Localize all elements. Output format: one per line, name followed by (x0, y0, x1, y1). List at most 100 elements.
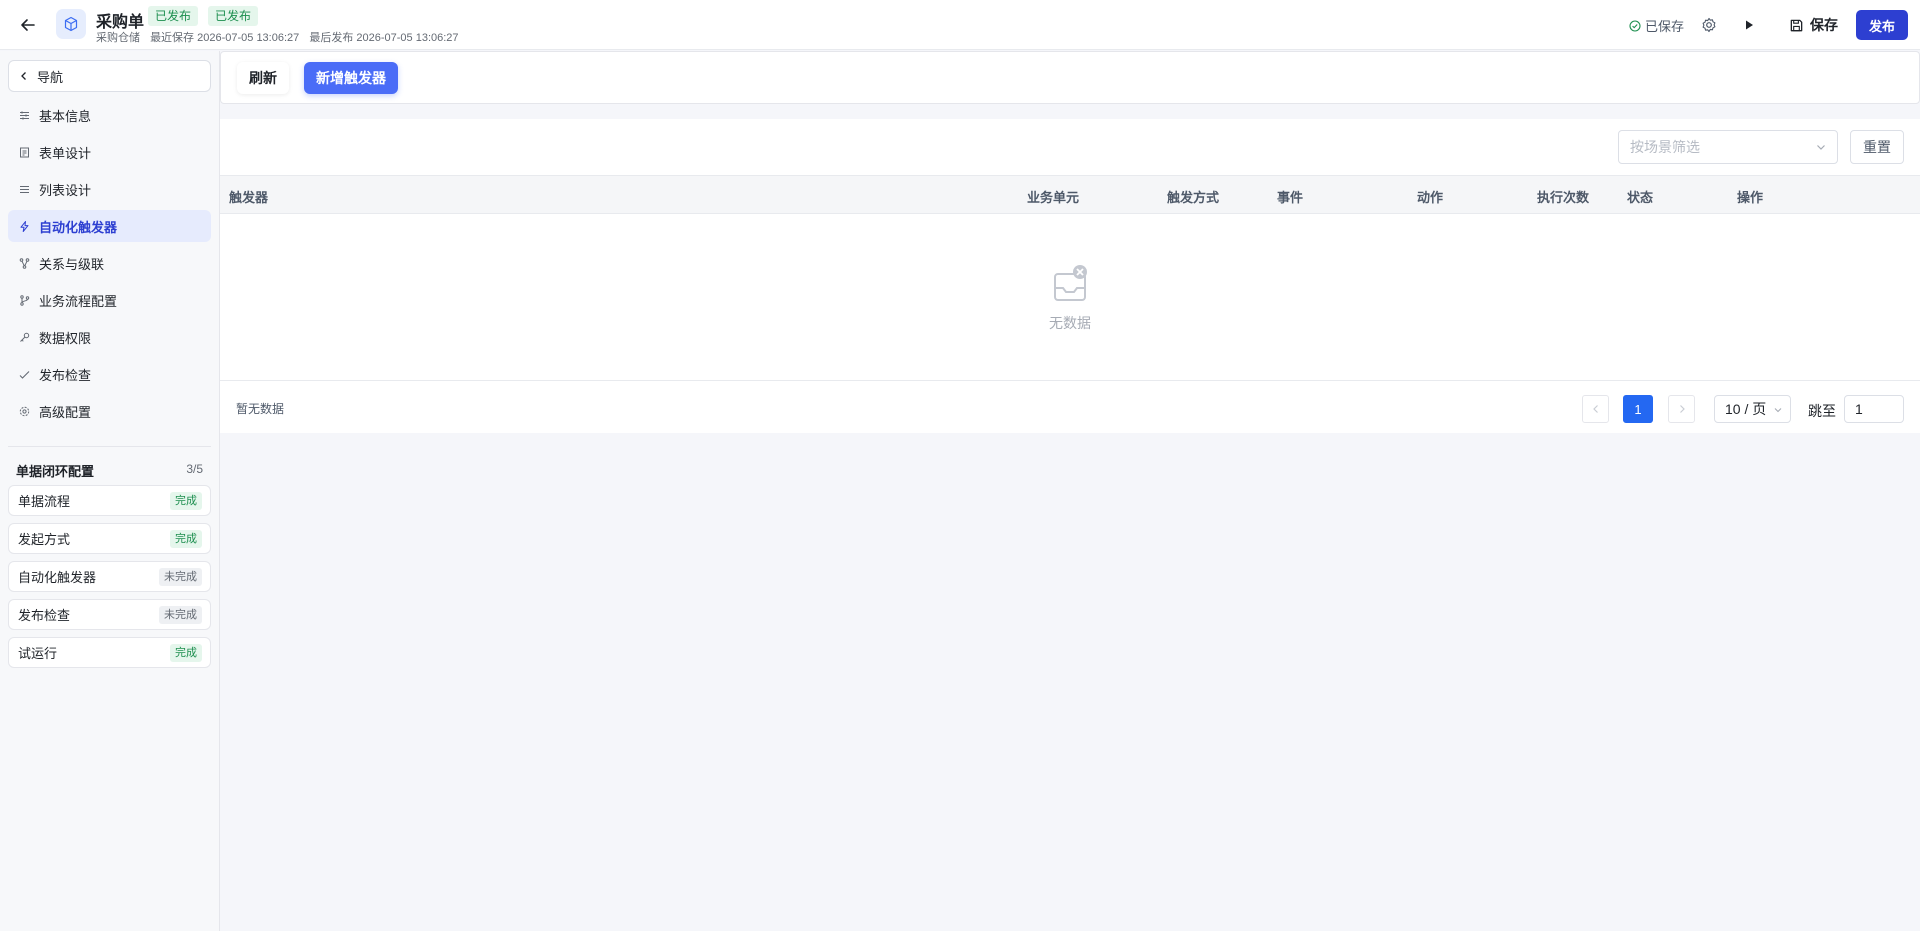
saved-status: 已保存 (1629, 16, 1684, 35)
sidebar-item-label: 基本信息 (39, 108, 92, 124)
page-number-button[interactable]: 1 (1623, 395, 1653, 423)
sidebar-item-label: 高级配置 (39, 404, 92, 420)
next-page-button[interactable] (1668, 395, 1695, 423)
column-header[interactable]: 状态 (1627, 187, 1653, 206)
key-icon (18, 331, 30, 343)
sidebar-item-label: 发布检查 (39, 367, 92, 383)
pagination: 暂无数据 1 10 / 页 跳至 (220, 382, 1920, 433)
toolbar: 刷新 新增触发器 (220, 51, 1920, 104)
loop-list: 单据流程 完成 发起方式 完成 自动化触发器 未完成 发布检查 未完成 试运行 … (8, 485, 211, 675)
jump-page-input[interactable] (1844, 395, 1904, 423)
column-header[interactable]: 业务单元 (1027, 187, 1079, 206)
column-header[interactable]: 触发器 (229, 187, 268, 206)
save-icon (1790, 19, 1803, 31)
empty-inbox-icon (1054, 265, 1087, 301)
status-badge: 未完成 (159, 567, 202, 586)
status-badge: 已发布 (208, 6, 259, 26)
scene-filter-placeholder: 按场景筛选 (1630, 139, 1700, 155)
sidebar-item-label: 列表设计 (39, 182, 92, 198)
sidebar-item-business-flow[interactable]: 业务流程配置 (8, 284, 211, 316)
loop-item-label: 发布检查 (18, 608, 71, 623)
back-button[interactable] (12, 10, 44, 40)
nav-list: 基本信息 表单设计 列表设计 自动化触发器 关系与级联 业务流程配置 数据权限 (8, 99, 211, 432)
loop-item-automation-triggers[interactable]: 自动化触发器 未完成 (8, 561, 211, 592)
top-header: 采购单 已发布 已发布 采购仓储 最近保存 2026-07-05 13:06:2… (0, 0, 1920, 50)
cube-icon (56, 9, 86, 39)
gear-icon (1702, 17, 1716, 33)
last-published: 最后发布 2026-07-05 13:06:27 (309, 32, 459, 44)
prev-page-button[interactable] (1582, 395, 1609, 423)
reset-button[interactable]: 重置 (1850, 130, 1904, 164)
divider (8, 446, 211, 447)
scene-filter-select[interactable]: 按场景筛选 (1618, 130, 1838, 164)
list-icon (18, 183, 30, 195)
sidebar-item-label: 数据权限 (39, 330, 92, 346)
sidebar-item-form-design[interactable]: 表单设计 (8, 136, 211, 168)
lightning-icon (18, 220, 30, 232)
nav-toggle[interactable]: 导航 (8, 60, 211, 92)
sidebar-item-label: 业务流程配置 (39, 293, 118, 309)
status-badge: 完成 (170, 643, 202, 662)
sliders-icon (18, 109, 30, 121)
column-header[interactable]: 动作 (1417, 187, 1443, 206)
save-button-label: 保存 (1810, 17, 1838, 33)
sidebar-item-list-design[interactable]: 列表设计 (8, 173, 211, 205)
sidebar-item-automation-triggers[interactable]: 自动化触发器 (8, 210, 211, 242)
chevron-right-icon (1679, 405, 1685, 413)
page-size-value: 10 / 页 (1725, 401, 1767, 417)
sidebar-item-basic-info[interactable]: 基本信息 (8, 99, 211, 131)
loop-item-trial-run[interactable]: 试运行 完成 (8, 637, 211, 668)
refresh-button[interactable]: 刷新 (237, 62, 289, 94)
chevron-left-icon (21, 72, 26, 80)
relation-icon (18, 257, 30, 269)
save-button[interactable]: 保存 (1777, 10, 1850, 40)
column-header[interactable]: 触发方式 (1167, 187, 1219, 206)
sidebar-item-data-permissions[interactable]: 数据权限 (8, 321, 211, 353)
run-button[interactable] (1734, 11, 1764, 39)
app-name: 采购仓储 (96, 32, 140, 44)
loop-item-label: 试运行 (18, 646, 58, 661)
meta-line: 采购仓储 最近保存 2026-07-05 13:06:27 最后发布 2026-… (96, 29, 466, 45)
sidebar: 导航 基本信息 表单设计 列表设计 自动化触发器 关系与级联 业务流程配置 数据… (0, 51, 220, 931)
sidebar-item-relations[interactable]: 关系与级联 (8, 247, 211, 279)
sidebar-item-label: 关系与级联 (39, 256, 105, 272)
last-saved: 最近保存 2026-07-05 13:06:27 (150, 32, 300, 44)
column-header[interactable]: 操作 (1737, 187, 1763, 206)
loop-progress-count: 3/5 (186, 462, 203, 476)
page-size-select[interactable]: 10 / 页 (1714, 395, 1791, 423)
loop-item-document-flow[interactable]: 单据流程 完成 (8, 485, 211, 516)
arrow-left-icon (21, 19, 35, 31)
play-icon (1746, 20, 1753, 30)
branch-icon (18, 294, 30, 306)
column-header[interactable]: 执行次数 (1537, 187, 1589, 206)
chevron-left-icon (1592, 405, 1598, 413)
sidebar-item-label: 表单设计 (39, 145, 92, 161)
gear-icon (18, 405, 30, 417)
loop-item-label: 单据流程 (18, 494, 71, 509)
check-circle-icon (1629, 19, 1641, 32)
column-header[interactable]: 事件 (1277, 187, 1303, 206)
empty-text: 无数据 (1049, 315, 1091, 331)
nav-label: 导航 (37, 69, 64, 85)
sidebar-item-label: 自动化触发器 (39, 219, 118, 235)
sidebar-item-advanced[interactable]: 高级配置 (8, 395, 211, 427)
empty-state: 无数据 (220, 214, 1920, 381)
chevron-down-icon (1774, 408, 1782, 413)
sidebar-item-publish-check[interactable]: 发布检查 (8, 358, 211, 390)
loop-section-title: 单据闭环配置 (16, 464, 95, 479)
check-icon (18, 368, 30, 380)
saved-status-text: 已保存 (1644, 19, 1684, 34)
settings-button[interactable] (1694, 11, 1724, 39)
loop-item-label: 自动化触发器 (18, 570, 97, 585)
status-badge: 已发布 (148, 6, 199, 26)
add-trigger-button[interactable]: 新增触发器 (304, 62, 398, 94)
loop-item-publish-check[interactable]: 发布检查 未完成 (8, 599, 211, 630)
loop-item-initiation[interactable]: 发起方式 完成 (8, 523, 211, 554)
loop-item-label: 发起方式 (18, 532, 71, 547)
status-badge: 完成 (170, 529, 202, 548)
publish-button[interactable]: 发布 (1856, 10, 1908, 40)
status-badge: 未完成 (159, 605, 202, 624)
form-icon (18, 146, 30, 158)
status-badge: 完成 (170, 491, 202, 510)
chevron-down-icon (1817, 145, 1825, 150)
